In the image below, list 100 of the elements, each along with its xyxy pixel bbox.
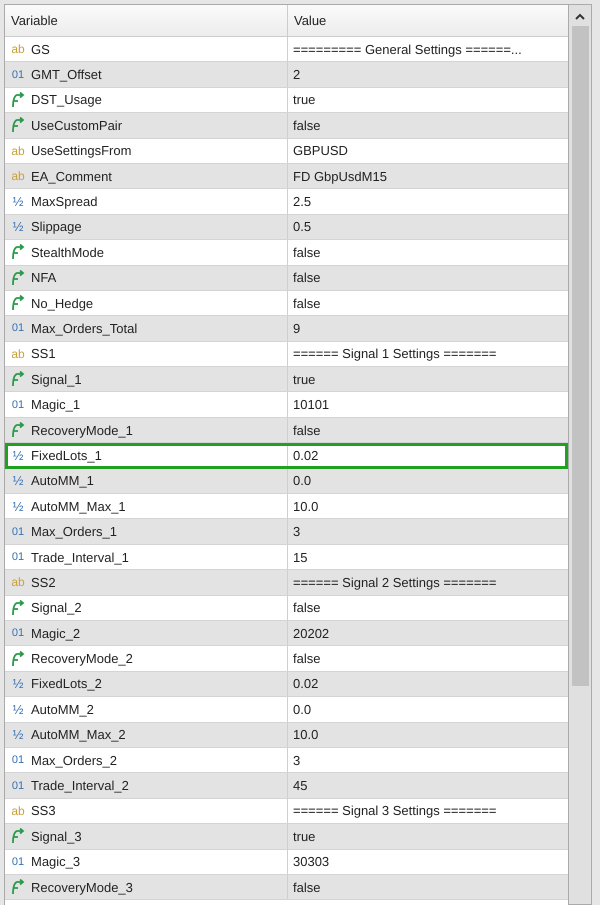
variable-name: Signal_1 [31,372,82,387]
value-cell[interactable]: 10.0 [293,727,318,742]
value-cell[interactable]: false [293,422,320,438]
value-cell[interactable]: 30303 [293,854,330,870]
value-cell[interactable]: 10.0 [293,498,318,514]
variable-name: NFA [31,270,56,286]
column-header[interactable]: Variable [5,5,287,36]
table-row[interactable]: ab SS3 ====== Signal 3 Settings ======= [5,798,568,824]
variable-name: StealthMode [31,244,104,260]
type-icon: ½ [10,194,26,210]
value-cell[interactable]: 0.0 [293,473,312,488]
table-row[interactable]: 01 Max_Orders_1 3 [5,519,568,545]
value-cell[interactable]: GBPUSD [293,143,348,158]
value-cell[interactable]: ====== Signal 3 Settings ======= [293,803,496,818]
table-row[interactable]: ½ Slippage 0.5 [5,214,568,240]
variable-name: RecoveryMode_3 [31,880,133,895]
table-row[interactable]: Signal_3 true [5,824,568,850]
table-row[interactable]: 01 Trade_Interval_2 45 [5,773,568,799]
type-icon: 01 [10,68,26,81]
type-icon: ½ [10,473,26,488]
table-row[interactable]: UseCustomPair false [5,113,568,139]
table-row[interactable]: ab UseSettingsFrom GBPUSD [5,138,568,164]
value-cell[interactable]: 9 [293,320,300,336]
table-row[interactable]: 01 Trade_Interval_1 15 [5,544,568,570]
table-row[interactable]: ½ AutoMM_1 0.0 [5,468,568,494]
table-row[interactable]: RecoveryMode_1 false [5,418,568,444]
scrollbar-thumb[interactable] [572,26,588,686]
table-row[interactable]: ab SS2 ====== Signal 2 Settings ======= [5,570,568,596]
variable-name: Magic_3 [31,854,80,870]
variable-name: SS3 [31,803,56,818]
type-icon: ½ [10,219,26,234]
variable-name: DST_Usage [31,92,102,108]
arrow-icon [10,117,26,134]
table-row[interactable]: 01 Magic_2 20202 [5,620,568,646]
type-icon: ½ [10,702,26,717]
value-cell[interactable]: 3 [293,524,300,540]
variable-name: AutoMM_1 [31,473,94,488]
column-header[interactable]: Value [287,5,568,36]
value-cell[interactable]: 2 [293,67,300,82]
value-cell[interactable]: 0.02 [293,448,318,463]
variable-name: GMT_Offset [31,67,102,82]
table-row[interactable]: RecoveryMode_3 false [5,874,568,900]
arrow-icon [10,422,26,438]
table-row[interactable]: 01 GMT_Offset 2 [5,62,568,88]
table-row[interactable]: RecoveryMode_2 false [5,646,568,672]
table-row[interactable]: ½ FixedLots_2 0.02 [5,672,568,698]
value-cell[interactable]: 0.5 [293,219,312,234]
value-cell[interactable]: false [293,270,320,286]
table-row[interactable]: ab EA_Comment FD GbpUsdM15 [5,164,568,190]
variable-name: RecoveryMode_2 [31,651,133,666]
variable-name: Slippage [31,219,82,234]
value-cell[interactable]: 20202 [293,626,330,641]
table-row[interactable]: DST_Usage true [5,88,568,114]
variable-name: Trade_Interval_2 [31,778,129,794]
table-row[interactable]: ½ MaxSpread 2.5 [5,189,568,215]
table-row[interactable]: 01 Magic_3 30303 [5,850,568,875]
table-row[interactable]: ab SS1 ====== Signal 1 Settings ======= [5,342,568,368]
table-row[interactable]: ½ AutoMM_Max_2 10.0 [5,722,568,748]
value-cell[interactable]: false [293,880,320,895]
value-cell[interactable]: 2.5 [293,194,312,210]
table-row[interactable]: 01 Max_Orders_Total 9 [5,316,568,342]
value-cell[interactable]: false [293,244,320,260]
value-cell[interactable]: false [293,600,320,616]
table-row[interactable]: Signal_2 false [5,596,568,621]
arrow-icon [10,295,26,312]
value-cell[interactable]: 0.0 [293,702,312,717]
type-icon: ½ [10,448,26,463]
table-row[interactable]: 01 Max_Orders_2 3 [5,748,568,774]
value-cell[interactable]: true [293,92,316,108]
table-row[interactable]: StealthMode false [5,240,568,266]
value-cell[interactable]: true [293,372,316,387]
variable-name: UseSettingsFrom [31,143,132,158]
value-cell[interactable]: ========= General Settings ======... [293,42,522,57]
value-cell[interactable]: true [293,828,316,844]
value-cell[interactable]: false [293,651,320,666]
value-cell[interactable]: 15 [293,550,308,564]
type-icon: ab [10,575,26,590]
type-icon: 01 [10,856,26,868]
value-cell[interactable]: ====== Signal 1 Settings ======= [293,346,496,362]
value-cell[interactable]: 45 [293,778,308,794]
value-cell[interactable]: 3 [293,752,300,768]
value-cell[interactable]: 10101 [293,397,330,412]
value-cell[interactable]: 0.02 [293,676,318,692]
table-row[interactable]: Signal_1 true [5,367,568,392]
table-row[interactable]: 01 Magic_1 10101 [5,392,568,418]
scroll-up-icon[interactable] [575,13,585,20]
value-cell[interactable]: FD GbpUsdM15 [293,168,387,184]
table-row[interactable]: ½ FixedLots_1 0.02 [5,443,568,469]
table-row[interactable]: No_Hedge false [5,290,568,316]
value-cell[interactable]: false [293,118,320,133]
value-cell[interactable]: ====== Signal 2 Settings ======= [293,574,496,590]
type-icon: ½ [10,727,26,742]
type-icon: ab [10,144,26,158]
type-icon: ab [10,42,26,56]
table-row[interactable]: NFA false [5,266,568,291]
type-icon: ab [10,169,26,184]
table-row[interactable]: ab GS ========= General Settings ======... [5,37,568,62]
table-row[interactable]: ½ AutoMM_2 0.0 [5,697,568,723]
table-row[interactable]: ½ AutoMM_Max_1 10.0 [5,494,568,520]
value-cell[interactable]: false [293,296,320,311]
